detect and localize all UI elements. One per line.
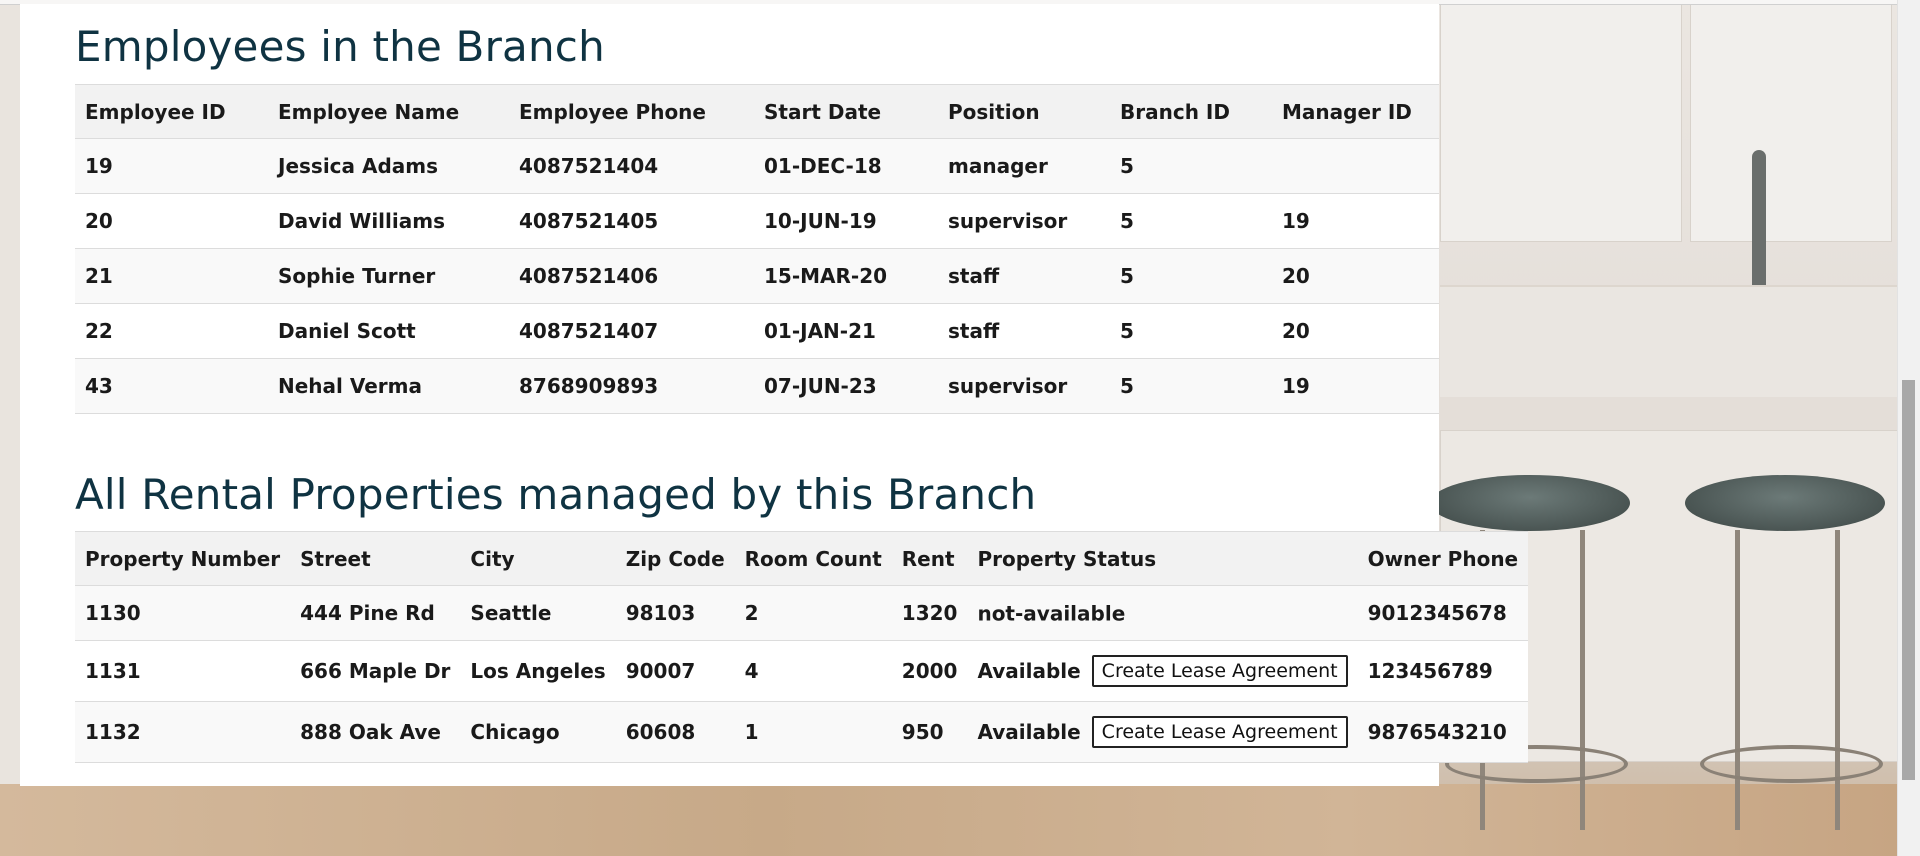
employee-id-cell: 19 <box>75 138 268 194</box>
start-date-cell: 10-JUN-19 <box>754 193 938 249</box>
room-count-cell: 4 <box>734 640 892 702</box>
owner-phone-cell: 123456789 <box>1357 640 1529 702</box>
street-cell: 666 Maple Dr <box>290 640 461 702</box>
property-status-cell: Available Create Lease Agreement <box>967 640 1358 702</box>
property-status-text: not-available <box>977 601 1126 626</box>
position-cell: staff <box>938 303 1110 359</box>
position-cell: staff <box>938 248 1110 304</box>
employee-name-cell: Daniel Scott <box>268 303 509 359</box>
branch-id-cell: 5 <box>1110 303 1272 359</box>
property-status-cell: not-available <box>967 585 1358 641</box>
scrollbar-thumb[interactable] <box>1902 380 1915 780</box>
create-lease-agreement-button[interactable]: Create Lease Agreement <box>1091 655 1348 687</box>
room-count-cell: 2 <box>734 585 892 641</box>
position-cell: supervisor <box>938 193 1110 249</box>
employees-heading: Employees in the Branch <box>75 22 605 71</box>
property-status-text: Available <box>977 659 1081 683</box>
branch-id-cell: 5 <box>1110 138 1272 194</box>
start-date-cell: 01-JAN-21 <box>754 303 938 359</box>
col-employee-id: Employee ID <box>75 84 268 139</box>
employee-name-cell: Nehal Verma <box>268 358 509 414</box>
manager-id-cell <box>1272 138 1439 194</box>
manager-id-cell: 20 <box>1272 303 1439 359</box>
col-rent: Rent <box>891 531 968 586</box>
street-cell: 888 Oak Ave <box>290 701 461 763</box>
branch-id-cell: 5 <box>1110 193 1272 249</box>
col-room-count: Room Count <box>734 531 892 586</box>
manager-id-cell: 19 <box>1272 358 1439 414</box>
properties-header-row: Property Number Street City Zip Code Roo… <box>75 531 1529 586</box>
employee-id-cell: 21 <box>75 248 268 304</box>
employee-name-cell: Jessica Adams <box>268 138 509 194</box>
table-row: 1132 888 Oak Ave Chicago 60608 1 950 Ava… <box>75 701 1529 763</box>
col-employee-phone: Employee Phone <box>509 84 754 139</box>
employee-phone-cell: 4087521404 <box>509 138 754 194</box>
col-start-date: Start Date <box>754 84 938 139</box>
property-status-text: Available <box>977 720 1081 744</box>
employee-name-cell: Sophie Turner <box>268 248 509 304</box>
branch-id-cell: 5 <box>1110 248 1272 304</box>
property-status-cell: Available Create Lease Agreement <box>967 701 1358 763</box>
table-row: 43 Nehal Verma 8768909893 07-JUN-23 supe… <box>75 358 1439 414</box>
col-zip-code: Zip Code <box>615 531 735 586</box>
vertical-scrollbar[interactable] <box>1897 0 1920 856</box>
table-row: 1131 666 Maple Dr Los Angeles 90007 4 20… <box>75 640 1529 702</box>
employee-phone-cell: 4087521405 <box>509 193 754 249</box>
col-branch-id: Branch ID <box>1110 84 1272 139</box>
city-cell: Chicago <box>460 701 616 763</box>
owner-phone-cell: 9012345678 <box>1357 585 1529 641</box>
content-panel: Employees in the Branch Employee ID Empl… <box>20 4 1529 786</box>
manager-id-cell: 19 <box>1272 193 1439 249</box>
branch-id-cell: 5 <box>1110 358 1272 414</box>
position-cell: manager <box>938 138 1110 194</box>
property-number-cell: 1130 <box>75 585 291 641</box>
zip-code-cell: 98103 <box>615 585 735 641</box>
properties-table: Property Number Street City Zip Code Roo… <box>75 531 1529 763</box>
employee-id-cell: 22 <box>75 303 268 359</box>
employee-phone-cell: 8768909893 <box>509 358 754 414</box>
start-date-cell: 01-DEC-18 <box>754 138 938 194</box>
street-cell: 444 Pine Rd <box>290 585 461 641</box>
owner-phone-cell: 9876543210 <box>1357 701 1529 763</box>
col-owner-phone: Owner Phone <box>1357 531 1529 586</box>
zip-code-cell: 90007 <box>615 640 735 702</box>
manager-id-cell: 20 <box>1272 248 1439 304</box>
rent-cell: 1320 <box>891 585 968 641</box>
col-property-number: Property Number <box>75 531 291 586</box>
zip-code-cell: 60608 <box>615 701 735 763</box>
properties-heading: All Rental Properties managed by this Br… <box>75 470 1037 519</box>
property-number-cell: 1131 <box>75 640 291 702</box>
table-row: 21 Sophie Turner 4087521406 15-MAR-20 st… <box>75 248 1439 304</box>
col-manager-id: Manager ID <box>1272 84 1439 139</box>
employees-table: Employee ID Employee Name Employee Phone… <box>75 84 1439 414</box>
employee-name-cell: David Williams <box>268 193 509 249</box>
employee-id-cell: 43 <box>75 358 268 414</box>
property-number-cell: 1132 <box>75 701 291 763</box>
table-row: 19 Jessica Adams 4087521404 01-DEC-18 ma… <box>75 138 1439 194</box>
col-property-status: Property Status <box>967 531 1358 586</box>
position-cell: supervisor <box>938 358 1110 414</box>
table-row: 20 David Williams 4087521405 10-JUN-19 s… <box>75 193 1439 249</box>
create-lease-agreement-button[interactable]: Create Lease Agreement <box>1091 716 1348 748</box>
table-row: 1130 444 Pine Rd Seattle 98103 2 1320 no… <box>75 585 1529 641</box>
employees-header-row: Employee ID Employee Name Employee Phone… <box>75 84 1439 139</box>
table-row: 22 Daniel Scott 4087521407 01-JAN-21 sta… <box>75 303 1439 359</box>
rent-cell: 2000 <box>891 640 968 702</box>
start-date-cell: 07-JUN-23 <box>754 358 938 414</box>
employee-id-cell: 20 <box>75 193 268 249</box>
start-date-cell: 15-MAR-20 <box>754 248 938 304</box>
city-cell: Los Angeles <box>460 640 616 702</box>
city-cell: Seattle <box>460 585 616 641</box>
room-count-cell: 1 <box>734 701 892 763</box>
rent-cell: 950 <box>891 701 968 763</box>
col-employee-name: Employee Name <box>268 84 509 139</box>
employee-phone-cell: 4087521406 <box>509 248 754 304</box>
col-street: Street <box>290 531 461 586</box>
employee-phone-cell: 4087521407 <box>509 303 754 359</box>
col-position: Position <box>938 84 1110 139</box>
col-city: City <box>460 531 616 586</box>
